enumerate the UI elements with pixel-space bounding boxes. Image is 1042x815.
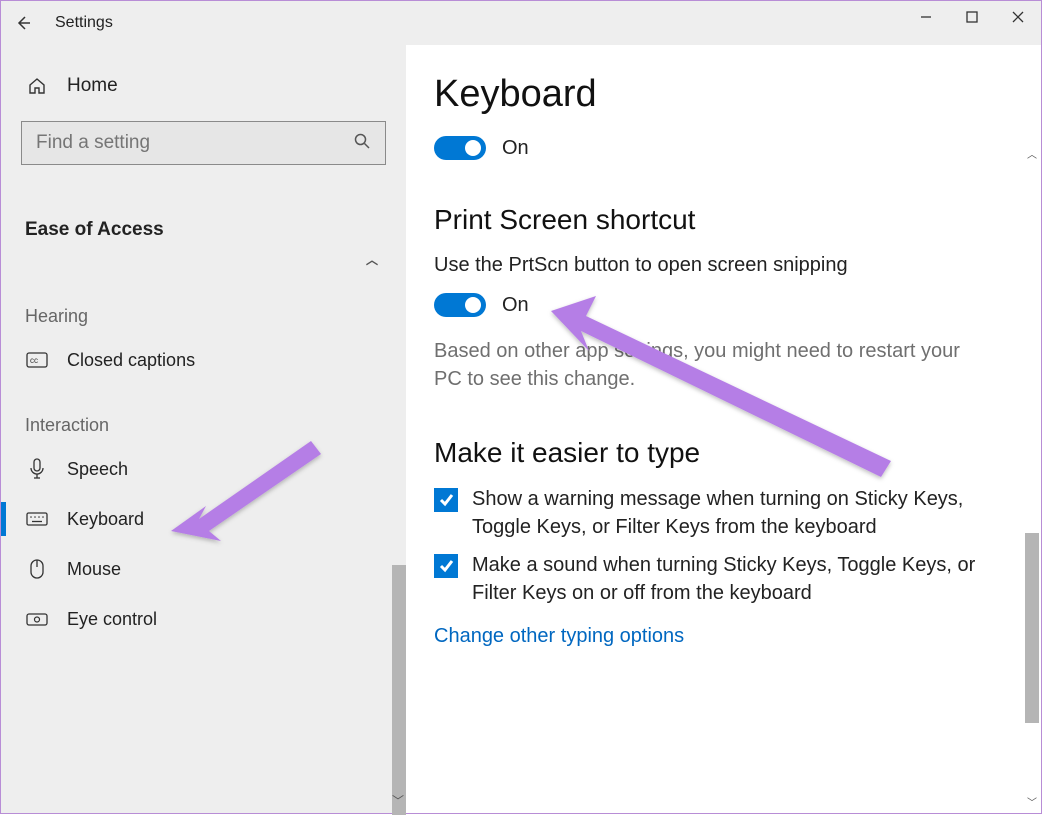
sidebar-item-label: Eye control: [67, 609, 157, 630]
toggle-label: On: [502, 137, 529, 160]
maximize-button[interactable]: [949, 1, 995, 33]
page-title: Keyboard: [434, 73, 1013, 116]
svg-text:cc: cc: [30, 356, 38, 365]
prtscn-hint: Based on other app settings, you might n…: [434, 337, 974, 393]
minimize-button[interactable]: [903, 1, 949, 33]
sidebar-item-mouse[interactable]: Mouse: [1, 544, 406, 594]
sidebar-item-label: Mouse: [67, 559, 121, 580]
checkbox-label: Make a sound when turning Sticky Keys, T…: [472, 551, 1002, 607]
checkbox-sound[interactable]: [434, 554, 458, 578]
search-icon: [353, 132, 371, 155]
toggle-label: On: [502, 294, 529, 317]
sidebar-item-home[interactable]: Home: [1, 57, 406, 115]
scroll-down-icon[interactable]: ﹀: [1025, 793, 1039, 809]
search-input[interactable]: [36, 132, 353, 154]
group-interaction: Interaction: [1, 385, 406, 444]
checkbox-warning[interactable]: [434, 488, 458, 512]
sidebar-item-label: Home: [67, 75, 118, 97]
sidebar-scrollbar[interactable]: [392, 565, 406, 815]
search-input-wrap[interactable]: [21, 121, 386, 165]
sidebar-item-label: Speech: [67, 459, 128, 480]
chevron-down-icon[interactable]: ﹀: [392, 792, 404, 809]
keyboard-icon: [25, 512, 49, 526]
section-title: Ease of Access ︿: [1, 173, 406, 276]
chevron-up-icon[interactable]: ︿: [366, 251, 378, 268]
prtscn-desc: Use the PrtScn button to open screen sni…: [434, 252, 1013, 279]
window-title: Settings: [55, 14, 113, 32]
sidebar-item-speech[interactable]: Speech: [1, 444, 406, 494]
change-typing-link[interactable]: Change other typing options: [434, 625, 1013, 648]
eye-icon: [25, 612, 49, 626]
easier-heading: Make it easier to type: [434, 437, 1013, 469]
sidebar-item-closed-captions[interactable]: cc Closed captions: [1, 335, 406, 385]
microphone-icon: [25, 458, 49, 480]
sidebar-item-keyboard[interactable]: Keyboard: [1, 494, 406, 544]
back-button[interactable]: [1, 1, 45, 45]
checkbox-label: Show a warning message when turning on S…: [472, 485, 1002, 541]
home-icon: [25, 76, 49, 96]
prtscn-heading: Print Screen shortcut: [434, 204, 1013, 236]
titlebar: Settings: [1, 1, 1041, 45]
group-hearing: Hearing: [1, 276, 406, 335]
scroll-up-icon[interactable]: ︿: [1025, 145, 1039, 161]
content-scrollbar[interactable]: [1025, 533, 1039, 723]
keyboard-toggle[interactable]: [434, 136, 486, 160]
sidebar-item-eye-control[interactable]: Eye control: [1, 594, 406, 644]
content-pane: Keyboard On Print Screen shortcut Use th…: [406, 45, 1041, 813]
prtscn-toggle[interactable]: [434, 293, 486, 317]
sidebar-item-label: Keyboard: [67, 509, 144, 530]
mouse-icon: [25, 559, 49, 579]
captions-icon: cc: [25, 352, 49, 368]
sidebar: Home Ease of Access ︿ Hearing cc Closed …: [1, 45, 406, 813]
close-button[interactable]: [995, 1, 1041, 33]
sidebar-item-label: Closed captions: [67, 350, 195, 371]
